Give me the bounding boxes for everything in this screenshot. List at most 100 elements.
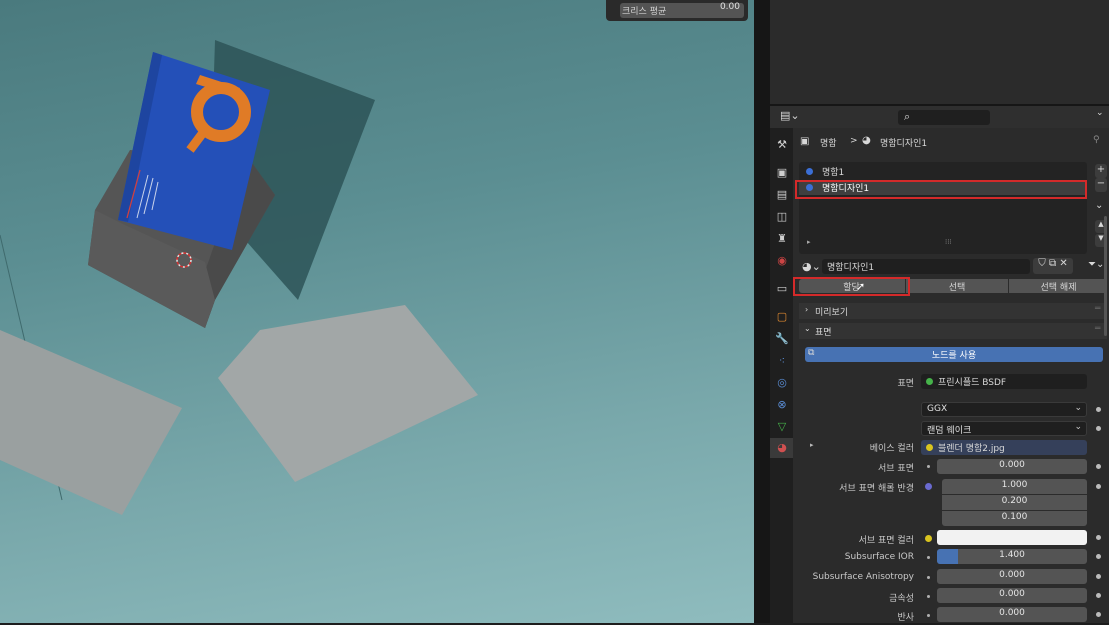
view-layer-tab-icon[interactable]: ◫	[775, 210, 789, 224]
keyframe-dot[interactable]	[1096, 554, 1101, 559]
material-slot-icon	[806, 168, 813, 175]
chevron-right-icon: ›	[805, 305, 809, 314]
breadcrumb-object: 명함	[820, 139, 837, 149]
add-slot-button[interactable]: +	[1095, 164, 1107, 178]
scene-tab-icon[interactable]: ♜	[775, 232, 789, 246]
subsurface-color-label: 서브 표면 컬러	[858, 536, 914, 546]
remove-slot-button[interactable]: −	[1095, 178, 1107, 192]
base-color-texture-field[interactable]: 블렌더 명함2.jpg	[921, 440, 1087, 455]
crease-label: 크리스 평균	[622, 7, 667, 17]
subsurface-ior-field[interactable]: 1.400	[937, 549, 1087, 564]
subsurface-radius-x[interactable]: 1.000	[942, 479, 1087, 494]
metallic-label: 금속성	[889, 594, 914, 604]
object-icon: ▣	[800, 136, 810, 147]
particles-tab-icon[interactable]: ⁖	[775, 354, 789, 368]
base-color-label: 베이스 컬러	[869, 444, 914, 454]
distribution-value: GGX	[927, 404, 948, 414]
base-color-value: 블렌더 명함2.jpg	[938, 444, 1005, 454]
duplicate-icon[interactable]: ⧉	[1049, 258, 1056, 269]
tool-tab-icon[interactable]: ⚒	[775, 138, 789, 152]
float-socket-icon	[925, 554, 932, 561]
float-socket-icon	[925, 463, 932, 470]
outliner-area	[770, 0, 1109, 104]
options-chevron-icon[interactable]: ⌄	[1096, 108, 1104, 118]
properties-editor: ▤⌄ ⌕ ⌄ ⚒ ▣ ▤ ◫ ♜ ◉ ▭ ▢ 🔧 ⁖ ◎ ⊗ ▽ ◕ ▣ 명함 …	[770, 104, 1109, 625]
float-socket-icon	[925, 574, 932, 581]
world-tab-icon[interactable]: ◉	[775, 254, 789, 268]
subsurface-method-value: 랜덤 웨이크	[927, 426, 972, 436]
preview-panel-header[interactable]: › 미리보기 ═	[799, 303, 1107, 319]
drag-handle-icon[interactable]: ═	[1095, 304, 1100, 314]
object-tab-icon[interactable]: ▢	[775, 310, 789, 324]
use-nodes-button[interactable]: ⧉ 노드를 사용	[805, 347, 1103, 362]
surface-shader-field[interactable]: 프린시플드 BSDF	[921, 374, 1087, 389]
floor-card-right	[218, 305, 478, 482]
resize-handle-icon[interactable]: ⁞⁞⁞	[945, 238, 952, 246]
metallic-field[interactable]: 0.000	[937, 588, 1087, 603]
constraints-tab-icon[interactable]: ⊗	[775, 398, 789, 412]
properties-header: ▤⌄ ⌕ ⌄	[770, 106, 1109, 128]
specular-label: 반사	[897, 613, 914, 623]
keyframe-dot[interactable]	[1096, 535, 1101, 540]
subsurface-field[interactable]: 0.000	[937, 459, 1087, 474]
keyframe-dot[interactable]	[1096, 464, 1101, 469]
slot-name: 명함1	[822, 168, 845, 178]
material-actions: ⛉ ⧉ ✕	[1033, 258, 1073, 274]
slot-specials-icon[interactable]: ⌄	[1095, 200, 1103, 211]
keyframe-dot[interactable]	[1096, 484, 1101, 489]
select-button[interactable]: 선택	[907, 280, 1007, 293]
crease-value: 0.00	[719, 2, 740, 12]
search-input[interactable]: ⌕	[898, 110, 990, 125]
subsurface-label: 서브 표면	[878, 464, 914, 474]
subsurface-radius-label: 서브 표면 해롤 반경	[839, 484, 914, 494]
3d-viewport[interactable]: 크리스 평균 0.00	[0, 0, 754, 623]
distribution-dropdown[interactable]: GGX ⌄	[921, 402, 1087, 417]
expand-arrow-icon[interactable]: ▸	[810, 441, 814, 449]
modifier-tab-icon[interactable]: 🔧	[775, 332, 789, 346]
keyframe-dot[interactable]	[1096, 407, 1101, 412]
render-tab-icon[interactable]: ▣	[775, 166, 789, 180]
subsurface-method-dropdown[interactable]: 랜덤 웨이크 ⌄	[921, 421, 1087, 436]
browse-material-icon[interactable]: ◕⌄	[802, 260, 821, 273]
material-name: 명함디자인1	[827, 263, 875, 273]
keyframe-dot[interactable]	[1096, 612, 1101, 617]
keyframe-dot[interactable]	[1096, 593, 1101, 598]
viewport-overlay-panel: 크리스 평균 0.00	[606, 0, 748, 21]
properties-tabs: ⚒ ▣ ▤ ◫ ♜ ◉ ▭ ▢ 🔧 ⁖ ◎ ⊗ ▽ ◕	[770, 128, 793, 625]
subsurface-anisotropy-field[interactable]: 0.000	[937, 569, 1087, 584]
breadcrumb-material: 명함디자인1	[880, 139, 928, 149]
filter-icon[interactable]: ⏷⌄	[1088, 259, 1104, 270]
data-tab-icon[interactable]: ▽	[775, 420, 789, 434]
output-tab-icon[interactable]: ▤	[775, 188, 789, 202]
viewport-scene	[0, 40, 478, 515]
highlight-assign	[793, 277, 910, 296]
scrollbar[interactable]	[1104, 216, 1107, 336]
keyframe-dot[interactable]	[1096, 426, 1101, 431]
deselect-button[interactable]: 선택 해제	[1010, 280, 1107, 293]
float-socket-icon	[925, 612, 932, 619]
area-separator[interactable]	[754, 0, 770, 623]
mouse-cursor-icon: ➚	[856, 280, 866, 293]
subsurface-radius-y[interactable]: 0.200	[942, 495, 1087, 510]
collection-tab-icon[interactable]: ▭	[775, 282, 789, 296]
drag-handle-icon[interactable]: ═	[1095, 324, 1100, 334]
chevron-down-icon: ⌄	[804, 324, 811, 333]
subsurface-ior-label: Subsurface IOR	[844, 552, 914, 562]
subsurface-color-swatch[interactable]	[937, 530, 1087, 545]
expand-arrow-icon[interactable]: ▸	[807, 238, 811, 246]
keyframe-dot[interactable]	[1096, 574, 1101, 579]
list-item[interactable]: 명함1	[799, 164, 1087, 179]
floor-card-left	[0, 330, 182, 515]
fake-user-icon[interactable]: ⛉	[1038, 258, 1046, 269]
subsurface-radius-z[interactable]: 0.100	[942, 511, 1087, 526]
physics-tab-icon[interactable]: ◎	[775, 376, 789, 390]
specular-field[interactable]: 0.000	[937, 607, 1087, 622]
surface-panel-header[interactable]: ⌄ 표면 ═	[799, 323, 1107, 339]
unlink-icon[interactable]: ✕	[1059, 258, 1067, 269]
editor-type-icon[interactable]: ▤⌄	[780, 109, 800, 122]
material-name-field[interactable]: 명함디자인1	[822, 259, 1030, 274]
material-slot-list[interactable]: 명함1 명함디자인1 ▸ ⁞⁞⁞	[799, 162, 1087, 254]
pin-icon[interactable]: ⚲	[1093, 135, 1100, 145]
material-tab-icon[interactable]: ◕	[775, 441, 789, 455]
breadcrumb: ▣ 명함 > ◕ 명함디자인1 ⚲	[800, 135, 1100, 150]
